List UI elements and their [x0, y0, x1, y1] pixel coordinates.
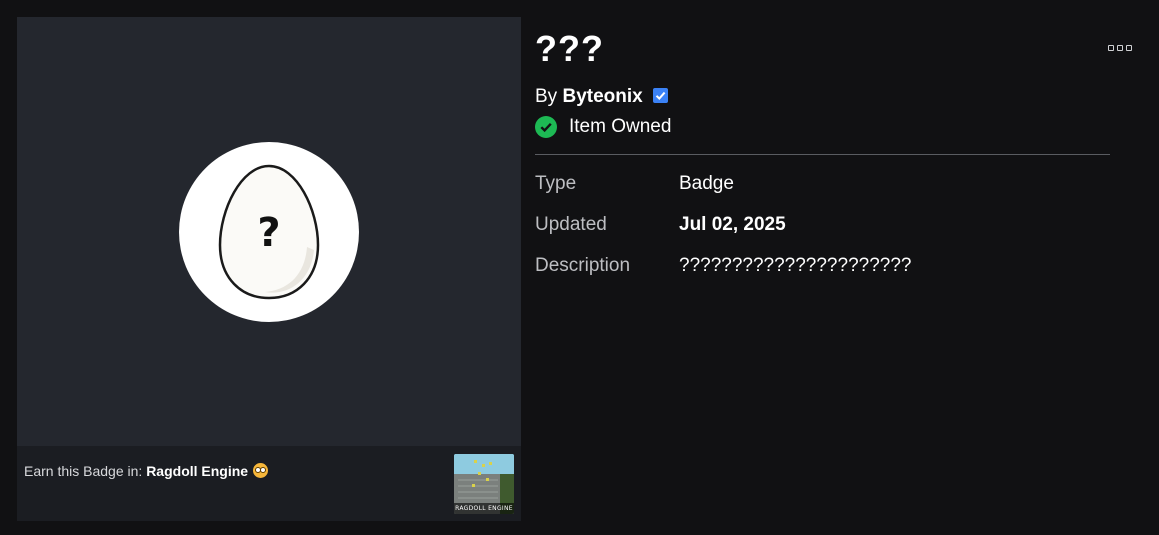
type-value: Badge [679, 173, 734, 194]
svg-text:?: ? [257, 210, 280, 256]
badge-title: ??? [535, 28, 604, 69]
game-thumbnail[interactable]: RAGDOLL ENGINE [454, 454, 514, 514]
more-options-icon [1126, 45, 1132, 51]
more-options-icon [1117, 45, 1123, 51]
verified-badge-icon [653, 88, 668, 103]
game-thumbnail-label: RAGDOLL ENGINE [454, 503, 514, 514]
type-label: Type [535, 173, 577, 194]
check-circle-icon [535, 116, 557, 138]
more-options-icon [1108, 45, 1114, 51]
badge-image-area: ? [17, 17, 521, 446]
creator-prefix: By [535, 86, 558, 107]
badge-card: ? Earn this Badge in: Ragdoll Engine RAG… [17, 17, 521, 521]
game-link[interactable]: Ragdoll Engine [146, 463, 248, 479]
badge-image: ? [179, 142, 359, 322]
earn-prefix: Earn this Badge in: [24, 463, 143, 479]
updated-label: Updated [535, 214, 607, 235]
owned-label: Item Owned [569, 116, 672, 137]
more-options-button[interactable] [1108, 45, 1132, 53]
owned-status: Item Owned [535, 116, 671, 138]
divider [535, 154, 1110, 155]
description-label: Description [535, 255, 631, 276]
updated-value: Jul 02, 2025 [679, 214, 786, 235]
description-value: ?????????????????????? [679, 255, 912, 276]
creator-line: By Byteonix [535, 86, 669, 108]
flushed-emoji-icon [253, 463, 269, 478]
creator-link[interactable]: Byteonix [562, 86, 642, 107]
egg-question-icon: ? [218, 164, 320, 300]
earn-text: Earn this Badge in: Ragdoll Engine [24, 463, 269, 479]
earn-bar: Earn this Badge in: Ragdoll Engine RAGDO… [17, 446, 521, 521]
badge-page: ? Earn this Badge in: Ragdoll Engine RAG… [0, 0, 1159, 535]
